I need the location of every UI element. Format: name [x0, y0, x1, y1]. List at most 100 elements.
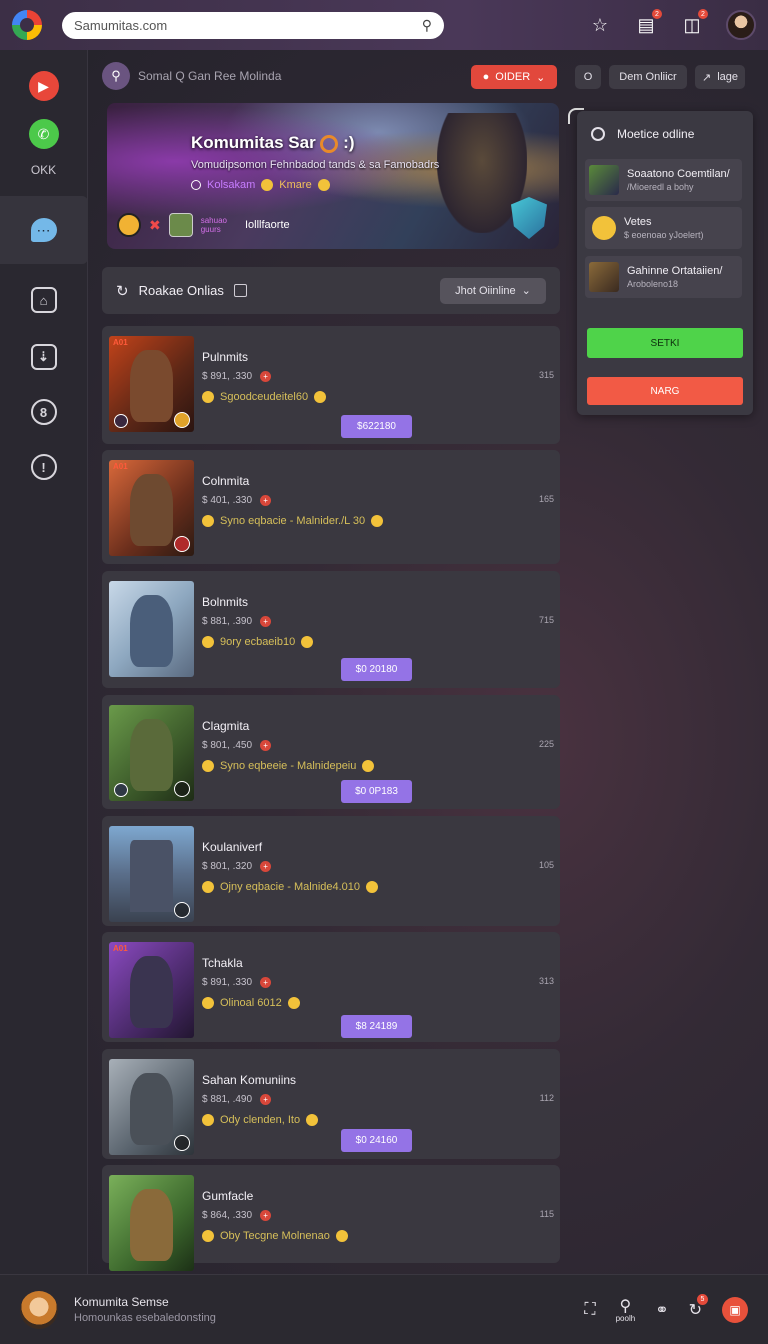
- badge-icon[interactable]: [117, 213, 141, 237]
- list-item[interactable]: A01 Tchakla $ 891, .330 + Olinoal 6012 31…: [102, 932, 560, 1042]
- item-price-button[interactable]: $0 24160: [341, 1129, 412, 1152]
- sidebar-item-discord[interactable]: 8: [0, 382, 88, 442]
- bottom-bar: Komumita Semse Homounkas esebaledonsting…: [0, 1274, 768, 1344]
- item-desc: Sgoodceudeitel60: [202, 391, 327, 403]
- sidebar-item-chat[interactable]: ⋯: [0, 196, 88, 264]
- location-icon[interactable]: ⚭: [655, 1300, 668, 1320]
- item-count: 112: [539, 1093, 554, 1103]
- notification-badge: 2: [698, 9, 708, 19]
- item-thumbnail: [589, 262, 619, 292]
- thumbnail: [109, 1059, 194, 1155]
- inbox-icon: ⇣: [30, 344, 57, 370]
- phone-icon: ✆: [28, 119, 59, 149]
- item-title: Gumfacle: [202, 1189, 254, 1203]
- star-icon[interactable]: ☆: [588, 13, 612, 37]
- item-meta: $ 401, .330 +: [202, 495, 272, 506]
- list-item[interactable]: Sahan Komuniins $ 881, .490 + Ody clenden…: [102, 1049, 560, 1159]
- emoji-icon: [317, 179, 330, 191]
- item-price-button[interactable]: $622180: [341, 415, 412, 438]
- search-icon[interactable]: ⚲: [422, 17, 432, 34]
- notification-badge: 5: [697, 1293, 708, 1305]
- item-count: 313: [538, 976, 554, 986]
- lage-button[interactable]: ↗ lage: [695, 65, 745, 89]
- sidebar-item-inbox[interactable]: ⇣: [0, 332, 88, 382]
- download-icon[interactable]: ◫ 2: [680, 9, 708, 37]
- item-title: Clagmita: [202, 719, 250, 733]
- chat-icon: ⋯: [30, 218, 57, 242]
- item-count: 105: [538, 860, 554, 870]
- dem-online-button[interactable]: Dem Onliicr: [609, 65, 687, 89]
- scan-icon[interactable]: ⛶: [584, 1301, 595, 1319]
- item-desc: Ojny eqbacie - Malnide4.010: [202, 881, 379, 893]
- user-avatar[interactable]: [20, 1290, 58, 1329]
- item-meta: $ 891, .330 +: [202, 371, 272, 382]
- item-meta: $ 881, .390 +: [202, 616, 272, 627]
- list-item[interactable]: A01 Colnmita $ 401, .330 + Syno eqbacie -…: [102, 450, 560, 564]
- list-item[interactable]: Koulaniverf $ 801, .320 + Ojny eqbacie - …: [102, 816, 560, 926]
- item-desc: Olinoal 6012: [202, 997, 300, 1009]
- play-icon: ▶: [28, 71, 59, 101]
- order-button[interactable]: ● OIDER ⌄: [471, 65, 557, 89]
- list-item[interactable]: A01 Pulnmits $ 891, .330 + Sgoodceudeitel…: [102, 326, 560, 444]
- o-button[interactable]: O: [575, 65, 601, 89]
- hero-bottom: ✖ sahuao guurs Iolllfaorte: [117, 213, 290, 237]
- item-title: Pulnmits: [202, 350, 249, 364]
- hero-title: Komumitas Sar :): [191, 133, 355, 153]
- small-tag: sahuao guurs: [200, 216, 227, 234]
- item-title: Bolnmits: [202, 595, 249, 609]
- red-action-button[interactable]: NARG: [587, 377, 743, 405]
- panel-item[interactable]: Soaatono Coemtilan//Mioeredl a bohy: [585, 159, 742, 201]
- item-meta: $ 881, .490 +: [202, 1094, 272, 1105]
- panel-item[interactable]: Vetes $ eoenoao yJoelert): [585, 207, 742, 249]
- search-input[interactable]: [74, 17, 414, 33]
- search-people-icon[interactable]: ⚲ poolh: [616, 1296, 636, 1323]
- list-item[interactable]: Gumfacle $ 864, .330 + Oby Tecgne Molnena…: [102, 1165, 560, 1271]
- item-title: Koulaniverf: [202, 840, 263, 854]
- panel-header: Moetice odline: [591, 127, 694, 141]
- item-meta: $ 801, .450 +: [202, 740, 272, 751]
- item-count: 225: [538, 739, 554, 749]
- hero-banner[interactable]: Komumitas Sar :) Vomudipsomon Fehnbadod …: [107, 103, 559, 249]
- google-logo[interactable]: [12, 10, 42, 40]
- sidebar-item-clock[interactable]: !: [0, 442, 88, 492]
- online-select[interactable]: Jhot Oiinline ⌄: [440, 277, 546, 304]
- item-price-button[interactable]: $0 0P183: [341, 780, 412, 803]
- item-meta: $ 801, .320 +: [202, 861, 272, 872]
- item-price-button[interactable]: $0 20180: [341, 658, 412, 681]
- sidebar-item-home[interactable]: ⌂: [0, 268, 88, 332]
- chevron-down-icon: ⌄: [521, 285, 531, 297]
- notification-badge: 2: [652, 9, 662, 19]
- item-title: Tchakla: [202, 956, 243, 970]
- order-icon: ●: [482, 71, 490, 83]
- checkbox-icon[interactable]: [233, 284, 247, 297]
- refresh-icon[interactable]: ↻ 5: [689, 1293, 708, 1320]
- list-item[interactable]: Bolnmits $ 881, .390 + 9ory ecbaeib10 715…: [102, 571, 560, 688]
- user-avatar[interactable]: [726, 10, 756, 40]
- clock-icon: !: [30, 454, 57, 480]
- item-count: 165: [538, 494, 554, 504]
- community-icon[interactable]: ⚲: [102, 62, 130, 90]
- hero-tags: Kolsakam Kmare: [191, 179, 330, 191]
- bar-chart-icon[interactable]: ▤ 2: [634, 9, 662, 37]
- item-desc: Syno eqbeeie - Malnidepeiu: [202, 760, 375, 772]
- wallet-icon[interactable]: ▣: [722, 1296, 748, 1323]
- section-title: Roakae Onlias: [138, 283, 224, 298]
- sidebar-item-phone[interactable]: ✆ OKK: [0, 112, 88, 184]
- thumbnail-icon[interactable]: [168, 213, 193, 237]
- gear-icon[interactable]: [591, 127, 605, 141]
- emoji-icon: [261, 179, 274, 191]
- green-action-button[interactable]: SETKI: [587, 328, 743, 358]
- item-price-button[interactable]: $8 24189: [341, 1015, 412, 1038]
- sidebar-item-label: OKK: [30, 163, 57, 177]
- section-header: ↻ Roakae Onlias Jhot Oiinline ⌄: [102, 267, 560, 314]
- item-meta: $ 891, .330 +: [202, 977, 272, 988]
- tag-icon: [191, 180, 201, 190]
- panel-item[interactable]: Gahinne Ortataiien/Aroboleno18: [585, 256, 742, 298]
- item-desc: Syno eqbacie - Malnider./L 30: [202, 515, 384, 527]
- list-item[interactable]: Clagmita $ 801, .450 + Syno eqbeeie - Mal…: [102, 695, 560, 809]
- search-bar[interactable]: ⚲: [62, 11, 444, 39]
- crossed-swords-icon[interactable]: ✖: [149, 217, 161, 234]
- emoji-icon: [592, 216, 616, 240]
- refresh-icon[interactable]: ↻: [116, 282, 129, 300]
- item-count: 315: [538, 370, 554, 380]
